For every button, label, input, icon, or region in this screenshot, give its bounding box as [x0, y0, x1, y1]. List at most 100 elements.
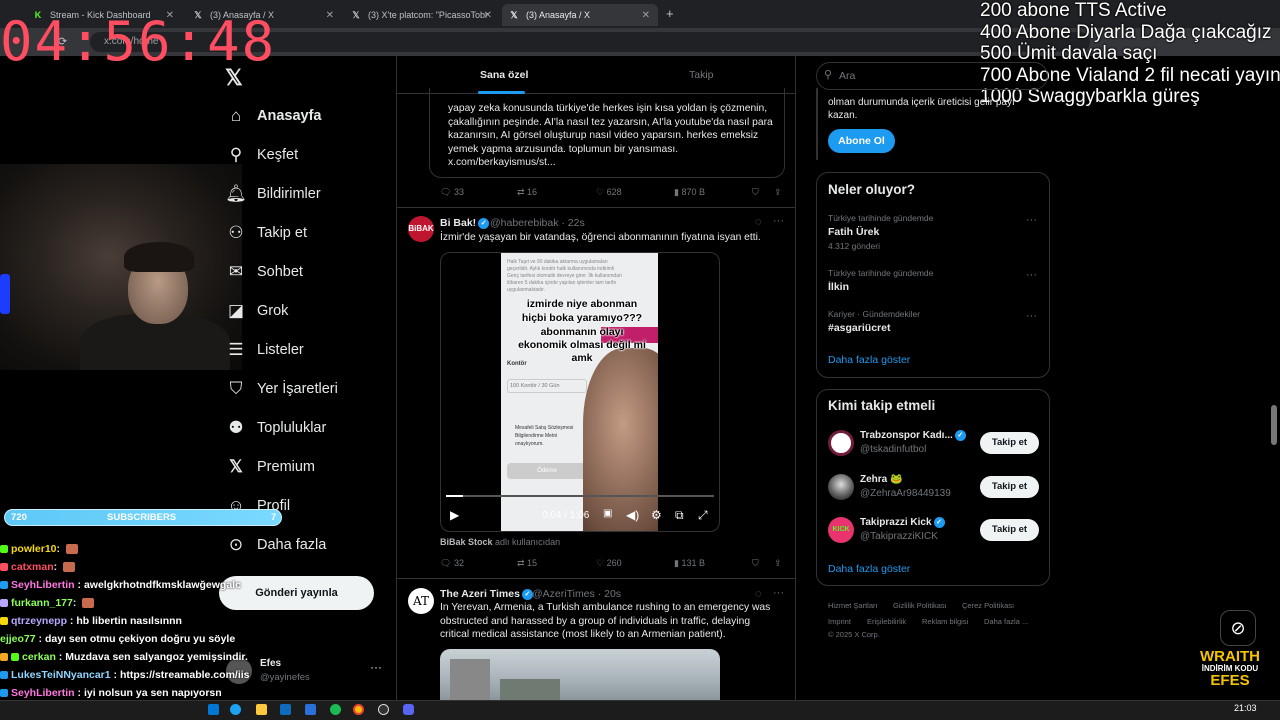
follow-button[interactable]: Takip et	[980, 432, 1039, 454]
stream-chat: powler10: catxman: SeyhLibertin : awelgk…	[0, 540, 250, 702]
nav-lists[interactable]: Listeler	[257, 342, 304, 358]
premium-card	[816, 88, 818, 160]
search-icon: ⚲	[229, 145, 243, 164]
avatar[interactable]: AT	[408, 588, 434, 614]
nav-explore[interactable]: Keşfet	[257, 147, 298, 163]
edge-icon[interactable]	[230, 704, 241, 715]
footer-link[interactable]: Daha fazla ...	[984, 617, 1028, 626]
more-icon[interactable]: ···	[1026, 269, 1037, 281]
more-icon[interactable]: ···	[773, 587, 784, 599]
close-tab-icon[interactable]: ✕	[484, 10, 492, 21]
bookmark-icon[interactable]: ⛉	[752, 187, 759, 198]
follow-button[interactable]: Takip et	[980, 519, 1039, 541]
app-icon[interactable]	[305, 704, 316, 715]
mail-icon[interactable]	[280, 704, 291, 715]
volume-icon[interactable]: ◀)	[626, 508, 639, 522]
views-icon[interactable]: ▮ 131 B	[674, 558, 705, 569]
tweet-author[interactable]: The Azeri Times	[440, 588, 520, 600]
avatar[interactable]: KICK	[828, 517, 854, 543]
nav-communities[interactable]: Topluluklar	[257, 420, 326, 436]
footer-link[interactable]: Hizmet Şartları	[828, 601, 878, 610]
search-input[interactable]: Ara	[816, 62, 1048, 90]
avatar[interactable]	[828, 474, 854, 500]
video-progress-bar[interactable]	[446, 495, 714, 497]
nav-grok[interactable]: Grok	[257, 303, 288, 319]
chat-text: dayı sen otmu çekiyon doğru yu söyle	[44, 633, 236, 645]
pip-icon[interactable]: ⧉	[675, 508, 684, 523]
more-icon[interactable]: ···	[773, 215, 784, 227]
x-icon: 𝕏	[352, 9, 360, 20]
trend-name[interactable]: Fatih Ürek	[828, 226, 879, 238]
close-tab-icon[interactable]: ✕	[326, 10, 334, 21]
video-text: 100 Kontör / 30 Gün	[507, 379, 587, 393]
nav-notifications[interactable]: Bildirimler	[257, 186, 321, 202]
trend-name[interactable]: İlkin	[828, 281, 849, 293]
reply-icon[interactable]: 🗨︎ 32	[440, 558, 464, 569]
tweet-video[interactable]: Halk Taşıt ve 90 dakika aktarma uygulama…	[440, 252, 720, 532]
bookmark-icon[interactable]: ⛉	[752, 558, 759, 569]
captions-icon[interactable]: ▣	[603, 508, 612, 519]
tab-for-you[interactable]: Sana özel	[480, 69, 528, 81]
share-icon[interactable]: ⇪	[774, 558, 782, 569]
trends-show-more[interactable]: Daha fazla göster	[828, 354, 910, 366]
tweet-author[interactable]: Bi Bak!	[440, 217, 476, 229]
repost-icon[interactable]: ⇄ 16	[517, 187, 537, 198]
spotify-icon[interactable]	[330, 704, 341, 715]
settings-icon[interactable]: ⚙	[651, 508, 662, 522]
obs-icon[interactable]	[378, 704, 389, 715]
nav-home[interactable]: Anasayfa	[257, 108, 321, 124]
footer-link[interactable]: Gizlilik Politikası	[893, 601, 947, 610]
grok-explain-icon[interactable]: ◌	[755, 588, 762, 600]
avatar[interactable]: BiBAK	[408, 216, 434, 242]
footer-link[interactable]: Çerez Politikası	[962, 601, 1014, 610]
nav-premium[interactable]: Premium	[257, 459, 315, 475]
nav-follow[interactable]: Takip et	[257, 225, 307, 241]
share-icon[interactable]: ⇪	[774, 187, 782, 198]
like-icon[interactable]: ♡ 260	[596, 558, 622, 569]
tab-following[interactable]: Takip	[689, 69, 714, 81]
follow-name[interactable]: Trabzonspor Kadı...	[860, 430, 953, 441]
repost-icon[interactable]: ⇄ 15	[517, 558, 537, 569]
x-logo[interactable]: 𝕏	[225, 65, 243, 91]
chat-user: catxman	[11, 561, 54, 573]
tweet-handle[interactable]: @AzeriTimes · 20s	[532, 588, 621, 600]
fullscreen-icon[interactable]: ⤢	[698, 508, 708, 523]
bell-icon: 🔔︎	[225, 184, 247, 203]
more-icon[interactable]: ···	[1026, 214, 1037, 226]
nav-bookmarks[interactable]: Yer İşaretleri	[257, 381, 338, 397]
new-tab-button[interactable]: +	[666, 6, 674, 21]
account-menu-icon[interactable]: ···	[370, 660, 382, 674]
page-scrollbar[interactable]	[1271, 405, 1277, 445]
nav-chat[interactable]: Sohbet	[257, 264, 303, 280]
like-icon[interactable]: ♡ 628	[596, 187, 622, 198]
video-source[interactable]: BiBak Stock	[440, 537, 493, 547]
reply-icon[interactable]: 🗨︎ 33	[440, 187, 464, 198]
tab-x-home-active[interactable]: 𝕏 (3) Anasayfa / X ✕	[502, 4, 658, 26]
close-tab-icon[interactable]: ✕	[642, 10, 650, 21]
tweet-handle[interactable]: @haberebibak · 22s	[490, 217, 585, 229]
more-icon[interactable]: ···	[1026, 310, 1037, 322]
views-icon[interactable]: ▮ 870 B	[674, 187, 705, 198]
folder-icon[interactable]	[256, 704, 267, 715]
subscribe-button[interactable]: Abone Ol	[828, 129, 895, 153]
chat-user: cerkan	[22, 651, 56, 663]
trend-name[interactable]: #asgariücret	[828, 322, 890, 334]
footer-link[interactable]: Imprint	[828, 617, 851, 626]
follow-name[interactable]: Takiprazzi Kick	[860, 517, 932, 528]
grok-icon[interactable]: ⊘	[1220, 610, 1256, 646]
footer-link[interactable]: Reklam bilgisi	[922, 617, 968, 626]
trends-title: Neler oluyor?	[828, 182, 916, 197]
discord-icon[interactable]	[403, 704, 414, 715]
chat-message: LukesTeiNNyancar1 : https://streamable.c…	[0, 666, 250, 684]
chrome-icon[interactable]	[353, 704, 364, 715]
avatar[interactable]	[828, 430, 854, 456]
follow-button[interactable]: Takip et	[980, 476, 1039, 498]
start-icon[interactable]	[208, 704, 219, 715]
grok-explain-icon[interactable]: ◌	[755, 216, 762, 228]
tab-x-platcom[interactable]: 𝕏 (3) X'te platcom: "PicassoTobra ✕	[344, 4, 500, 26]
nav-more[interactable]: Daha fazla	[257, 537, 326, 553]
play-icon[interactable]: ▶	[450, 508, 459, 522]
footer-link[interactable]: Erişilebilirlik	[867, 617, 906, 626]
follow-name[interactable]: Zehra 🐸	[860, 474, 902, 485]
follow-show-more[interactable]: Daha fazla göster	[828, 563, 910, 575]
